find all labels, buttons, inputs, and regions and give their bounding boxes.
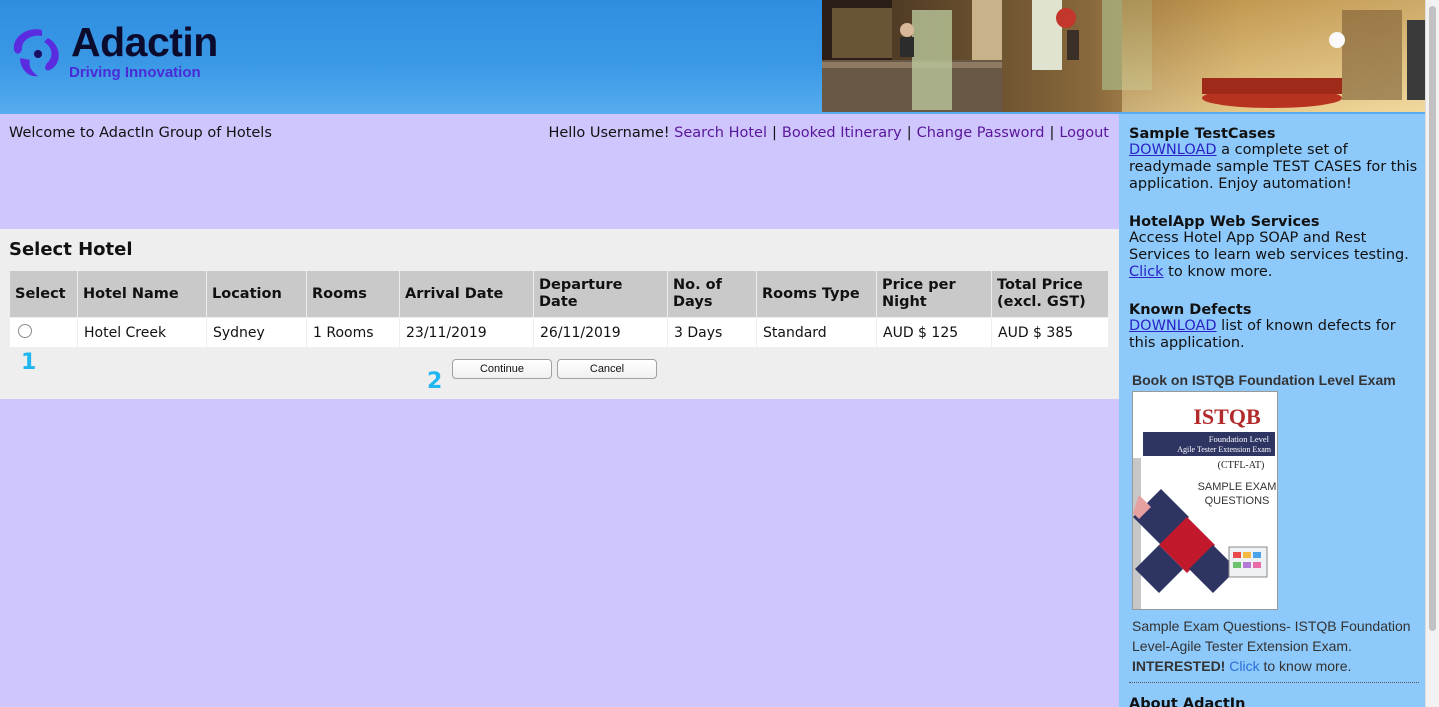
col-room-type: Rooms Type bbox=[757, 271, 876, 317]
logout-link[interactable]: Logout bbox=[1059, 125, 1109, 141]
continue-button[interactable]: Continue bbox=[452, 359, 552, 379]
book-line1: Foundation Level bbox=[1209, 434, 1270, 444]
interested-label: INTERESTED! bbox=[1132, 658, 1226, 674]
sample-testcases-section: Sample TestCases DOWNLOAD a complete set… bbox=[1129, 126, 1419, 193]
hotel-name-cell: Hotel Creek bbox=[78, 318, 206, 347]
scrollbar-thumb[interactable] bbox=[1429, 6, 1436, 631]
book-cover-illustration: ISTQB Foundation Level Agile Tester Exte… bbox=[1133, 392, 1277, 609]
book-caption-text: Sample Exam Questions- ISTQB Foundation … bbox=[1132, 618, 1411, 654]
top-navigation: Hello Username! Search Hotel | Booked Itin… bbox=[548, 125, 1109, 141]
defects-download-link[interactable]: DOWNLOAD bbox=[1129, 318, 1217, 334]
istqb-book-cover[interactable]: ISTQB Foundation Level Agile Tester Exte… bbox=[1132, 391, 1278, 610]
adactin-logo[interactable]: Adactin Driving Innovation bbox=[8, 19, 248, 86]
web-services-click-link[interactable]: Click bbox=[1129, 264, 1164, 280]
hotel-select-radio[interactable] bbox=[18, 323, 32, 338]
departure-date-cell: 26/11/2019 bbox=[534, 318, 667, 347]
annotation-marker-1: 1 bbox=[21, 350, 37, 375]
select-cell bbox=[10, 318, 77, 347]
web-services-title: HotelApp Web Services bbox=[1129, 214, 1320, 230]
annotation-marker-2: 2 bbox=[427, 369, 443, 394]
brand-name: Adactin bbox=[71, 19, 218, 65]
web-services-section: HotelApp Web Services Access Hotel App S… bbox=[1129, 214, 1419, 281]
nav-separator: | bbox=[772, 125, 777, 141]
col-price-per-night: Price per Night bbox=[877, 271, 991, 317]
col-select: Select bbox=[10, 271, 77, 317]
book-line2: Agile Tester Extension Exam bbox=[1177, 445, 1271, 454]
col-hotel-name: Hotel Name bbox=[78, 271, 206, 317]
testcases-download-link[interactable]: DOWNLOAD bbox=[1129, 142, 1217, 158]
hotel-results-table: Select Hotel Name Location Rooms Arrival… bbox=[9, 270, 1109, 348]
istqb-book-title: Book on ISTQB Foundation Level Exam bbox=[1132, 372, 1396, 388]
location-cell: Sydney bbox=[207, 318, 306, 347]
web-services-know-more: to know more. bbox=[1163, 264, 1273, 280]
nav-separator: | bbox=[906, 125, 912, 141]
book-brand: ISTQB bbox=[1193, 404, 1261, 429]
room-type-cell: Standard bbox=[757, 318, 876, 347]
booked-itinerary-link[interactable]: Booked Itinerary bbox=[782, 125, 902, 141]
book-sample-line1: SAMPLE EXAM bbox=[1198, 481, 1277, 493]
price-per-night-cell: AUD $ 125 bbox=[877, 318, 991, 347]
days-cell: 3 Days bbox=[668, 318, 756, 347]
sample-testcases-title: Sample TestCases bbox=[1129, 126, 1276, 142]
rooms-cell: 1 Rooms bbox=[307, 318, 399, 347]
book-code: (CTFL-AT) bbox=[1218, 460, 1265, 471]
page-title: Select Hotel bbox=[9, 239, 133, 260]
lobby-photo-illustration bbox=[822, 0, 1425, 112]
welcome-message: Welcome to AdactIn Group of Hotels bbox=[9, 125, 272, 141]
col-rooms: Rooms bbox=[307, 271, 399, 317]
swirl-logo-icon bbox=[13, 29, 59, 77]
known-defects-section: Known Defects DOWNLOAD list of known def… bbox=[1129, 302, 1419, 352]
arrival-date-cell: 23/11/2019 bbox=[400, 318, 533, 347]
col-days: No. of Days bbox=[668, 271, 756, 317]
book-caption: Sample Exam Questions- ISTQB Foundation … bbox=[1132, 616, 1422, 676]
search-hotel-link[interactable]: Search Hotel bbox=[674, 125, 767, 141]
greeting-text: Hello Username! bbox=[548, 125, 670, 141]
total-price-cell: AUD $ 385 bbox=[992, 318, 1108, 347]
col-arrival-date: Arrival Date bbox=[400, 271, 533, 317]
table-row: Hotel Creek Sydney 1 Rooms 23/11/2019 26… bbox=[10, 318, 1108, 347]
book-know-more: to know more. bbox=[1259, 658, 1352, 674]
hotel-lobby-banner bbox=[822, 0, 1425, 112]
about-adactin-title: About AdactIn bbox=[1129, 696, 1246, 707]
right-sidebar: Sample TestCases DOWNLOAD a complete set… bbox=[1119, 114, 1425, 707]
col-departure-date: Departure Date bbox=[534, 271, 667, 317]
select-hotel-panel: Select Hotel Select Hotel Name Location … bbox=[0, 229, 1119, 399]
header-bar: Adactin Driving Innovation bbox=[0, 0, 1425, 114]
col-location: Location bbox=[207, 271, 306, 317]
col-total-price: Total Price (excl. GST) bbox=[992, 271, 1108, 317]
brand-tagline: Driving Innovation bbox=[69, 64, 201, 81]
web-services-description: Access Hotel App SOAP and Rest Services … bbox=[1129, 230, 1409, 263]
table-header-row: Select Hotel Name Location Rooms Arrival… bbox=[10, 271, 1108, 317]
book-sample-line2: QUESTIONS bbox=[1205, 495, 1270, 507]
known-defects-title: Known Defects bbox=[1129, 302, 1252, 318]
sidebar-divider bbox=[1129, 682, 1419, 683]
change-password-link[interactable]: Change Password bbox=[917, 125, 1045, 141]
cancel-button[interactable]: Cancel bbox=[557, 359, 657, 379]
book-click-link[interactable]: Click bbox=[1229, 658, 1259, 674]
nav-separator: | bbox=[1049, 125, 1055, 141]
page-scrollbar[interactable] bbox=[1425, 0, 1439, 707]
